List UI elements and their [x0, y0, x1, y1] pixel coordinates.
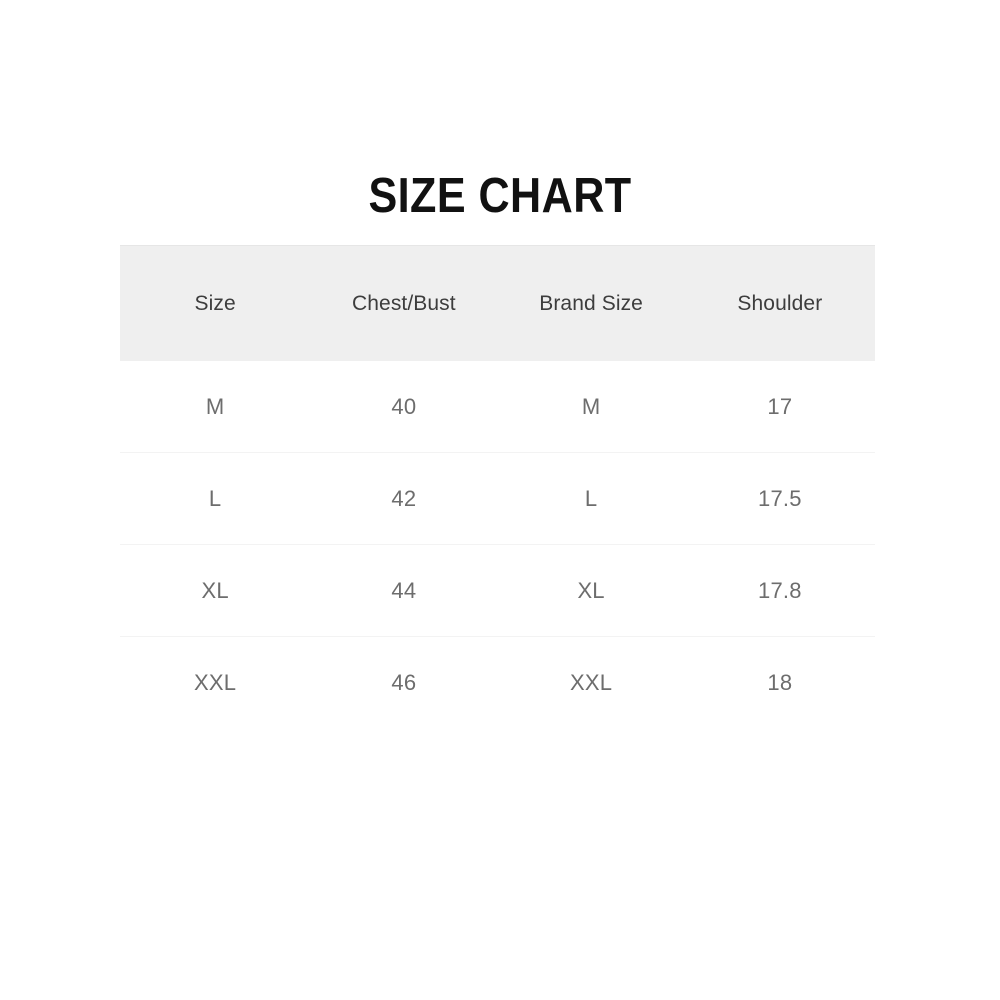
cell-shoulder: 17.5: [684, 452, 875, 545]
cell-brand-size: XL: [497, 544, 685, 637]
column-header-size: Size: [120, 245, 311, 361]
cell-chest-bust: 40: [391, 393, 417, 419]
size-chart-page: SIZE CHART Size Chest/Bust Brand Size Sh…: [0, 0, 1000, 1000]
table-header-row: Size Chest/Bust Brand Size Shoulder: [120, 245, 875, 361]
cell-chest-bust: 42: [310, 452, 498, 545]
table-row: L 42 L 17.5: [120, 452, 875, 545]
cell-size: L: [120, 452, 311, 545]
cell-brand-size: L: [497, 452, 685, 545]
cell-shoulder: 17: [767, 393, 793, 419]
table-body: M 40 M 17 L 42 L 17.5 XL 44 XL 17.8 XXL …: [120, 361, 875, 728]
column-header-chest-bust: Chest/Bust: [310, 245, 498, 361]
size-chart-table: Size Chest/Bust Brand Size Shoulder M 40…: [120, 245, 875, 728]
cell-brand-size: XXL: [497, 636, 685, 728]
cell-shoulder: 17.8: [684, 544, 875, 637]
table-row: XXL 46 XXL 18: [120, 636, 875, 728]
column-header-shoulder: Shoulder: [684, 245, 875, 361]
column-header-brand-size: Brand Size: [497, 245, 685, 361]
cell-chest-bust: 46: [310, 636, 498, 728]
cell-chest-bust: 44: [310, 544, 498, 637]
cell-size: M: [205, 393, 225, 419]
table-row: M 40 M 17: [120, 361, 875, 453]
cell-size: XL: [120, 544, 311, 637]
cell-size: XXL: [120, 636, 311, 728]
table-row: XL 44 XL 17.8: [120, 544, 875, 637]
table-header: Size Chest/Bust Brand Size Shoulder: [120, 245, 875, 361]
page-title: SIZE CHART: [368, 169, 632, 223]
cell-brand-size: M: [581, 393, 601, 419]
cell-shoulder: 18: [684, 636, 875, 728]
